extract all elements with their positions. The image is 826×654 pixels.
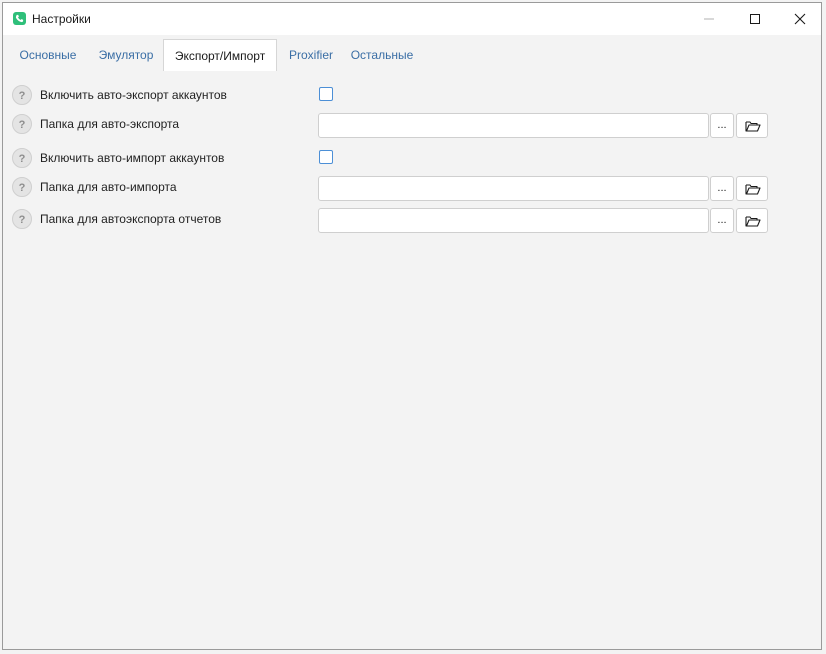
setting-label: Включить авто-экспорт аккаунтов xyxy=(40,88,227,102)
setting-label: Папка для авто-импорта xyxy=(40,180,177,194)
close-icon xyxy=(794,13,806,25)
help-icon[interactable]: ? xyxy=(12,177,32,197)
reports-folder-input[interactable] xyxy=(318,208,709,233)
export-folder-open-button[interactable] xyxy=(736,113,768,138)
maximize-button[interactable] xyxy=(732,3,778,35)
setting-label: Папка для авто-экспорта xyxy=(40,117,180,131)
help-icon[interactable]: ? xyxy=(12,209,32,229)
tab-main[interactable]: Основные xyxy=(11,39,85,71)
auto-export-checkbox[interactable] xyxy=(319,87,333,101)
tab-other[interactable]: Остальные xyxy=(347,39,417,71)
title-bar: Настройки xyxy=(3,3,821,35)
help-icon[interactable]: ? xyxy=(12,114,32,134)
folder-open-icon xyxy=(745,121,761,132)
phone-icon xyxy=(13,12,26,25)
setting-row-reports-folder: ? Папка для автоэкспорта отчетов ... xyxy=(3,208,821,233)
maximize-icon xyxy=(750,14,760,24)
tab-emulator[interactable]: Эмулятор xyxy=(91,39,161,71)
import-folder-input[interactable] xyxy=(318,176,709,201)
setting-row-export-folder: ? Папка для авто-экспорта ... xyxy=(3,113,821,138)
import-folder-open-button[interactable] xyxy=(736,176,768,201)
tab-export-import[interactable]: Экспорт/Импорт xyxy=(163,39,277,71)
help-icon[interactable]: ? xyxy=(12,85,32,105)
window-title: Настройки xyxy=(32,12,91,26)
setting-label: Папка для автоэкспорта отчетов xyxy=(40,212,222,226)
settings-window: Настройки Основные Эмулятор Экспорт/Импо… xyxy=(2,2,822,650)
tab-bar: Основные Эмулятор Экспорт/Импорт Proxifi… xyxy=(3,39,821,71)
close-button[interactable] xyxy=(777,3,823,35)
setting-label: Включить авто-импорт аккаунтов xyxy=(40,151,225,165)
setting-row-auto-export: ? Включить авто-экспорт аккаунтов xyxy=(3,84,821,108)
reports-folder-open-button[interactable] xyxy=(736,208,768,233)
export-folder-browse-button[interactable]: ... xyxy=(710,113,734,138)
folder-open-icon xyxy=(745,184,761,195)
import-folder-browse-button[interactable]: ... xyxy=(710,176,734,201)
setting-row-auto-import: ? Включить авто-импорт аккаунтов xyxy=(3,147,821,171)
export-folder-input[interactable] xyxy=(318,113,709,138)
auto-import-checkbox[interactable] xyxy=(319,150,333,164)
folder-open-icon xyxy=(745,216,761,227)
reports-folder-browse-button[interactable]: ... xyxy=(710,208,734,233)
minimize-icon xyxy=(704,18,714,20)
tab-proxifier[interactable]: Proxifier xyxy=(281,39,341,71)
minimize-button[interactable] xyxy=(686,3,732,35)
help-icon[interactable]: ? xyxy=(12,148,32,168)
setting-row-import-folder: ? Папка для авто-импорта ... xyxy=(3,176,821,201)
